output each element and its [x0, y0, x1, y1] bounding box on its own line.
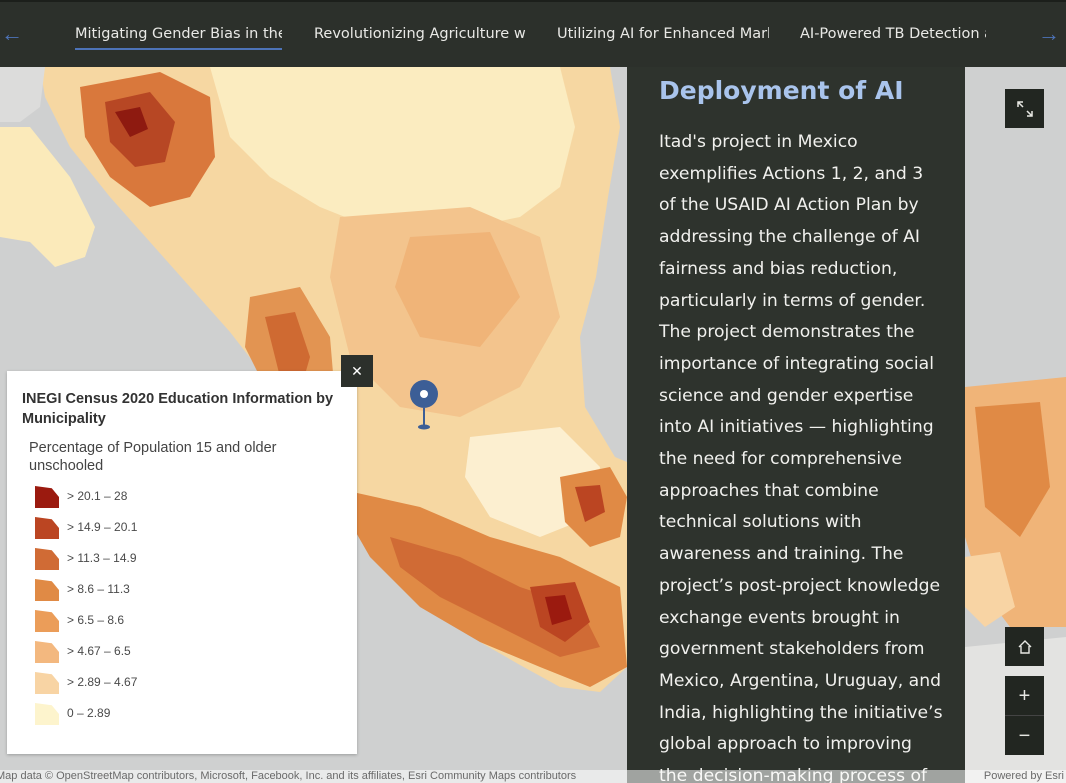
location-pin[interactable]: [409, 379, 439, 431]
arrow-left-icon[interactable]: ←: [0, 22, 24, 46]
legend-swatch: [35, 641, 59, 663]
map-legend: INEGI Census 2020 Education Information …: [7, 371, 357, 754]
map-attribution: Map data © OpenStreetMap contributors, M…: [0, 770, 1066, 783]
legend-swatch: [35, 672, 59, 694]
powered-by-esri[interactable]: Powered by Esri: [984, 770, 1064, 783]
panel-heading: Deployment of AI: [659, 76, 904, 105]
tab-mitigating-gender-bias[interactable]: Mitigating Gender Bias in the ...: [75, 22, 282, 50]
zoom-out-button[interactable]: −: [1005, 716, 1044, 755]
legend-field-name: Percentage of Population 15 and older un…: [29, 440, 277, 474]
legend-swatch: [35, 579, 59, 601]
legend-label: > 6.5 – 8.6: [67, 613, 125, 627]
plus-icon: +: [1018, 684, 1031, 707]
tab-enhanced-market[interactable]: Utilizing AI for Enhanced Mark...: [557, 22, 769, 48]
legend-swatch: [35, 517, 59, 539]
legend-label: > 8.6 – 11.3: [67, 582, 130, 596]
narrative-panel[interactable]: Deployment of AI Itad's project in Mexic…: [627, 67, 965, 783]
tab-revolutionizing-agriculture[interactable]: Revolutionizing Agriculture wi...: [314, 22, 526, 48]
expand-button[interactable]: [1005, 89, 1044, 128]
legend-label: 0 – 2.89: [67, 706, 111, 720]
legend-title: INEGI Census 2020 Education Information …: [22, 391, 334, 427]
legend-label: > 4.67 – 6.5: [67, 644, 131, 658]
zoom-in-button[interactable]: +: [1005, 676, 1044, 716]
expand-icon: [1016, 100, 1033, 117]
arrow-right-icon[interactable]: →: [1037, 22, 1061, 46]
legend-swatch: [35, 610, 59, 632]
close-icon[interactable]: ✕: [341, 355, 373, 387]
panel-body-text: Itad's project in Mexico exemplifies Act…: [659, 132, 943, 783]
legend-label: > 20.1 – 28: [67, 489, 128, 503]
legend-label: > 2.89 – 4.67: [67, 675, 138, 689]
legend-swatch: [35, 548, 59, 570]
attribution-sources: Map data © OpenStreetMap contributors, M…: [0, 770, 577, 782]
home-icon: [1018, 639, 1031, 654]
home-button[interactable]: [1005, 627, 1044, 666]
tab-tb-detection[interactable]: AI-Powered TB Detection an: [800, 22, 986, 48]
minus-icon: −: [1018, 724, 1031, 747]
legend-swatch: [35, 486, 59, 508]
legend-label: > 11.3 – 14.9: [67, 551, 137, 565]
story-navigation: ← Mitigating Gender Bias in the ... Revo…: [0, 0, 1066, 67]
legend-swatch: [35, 703, 59, 725]
legend-label: > 14.9 – 20.1: [67, 520, 138, 534]
